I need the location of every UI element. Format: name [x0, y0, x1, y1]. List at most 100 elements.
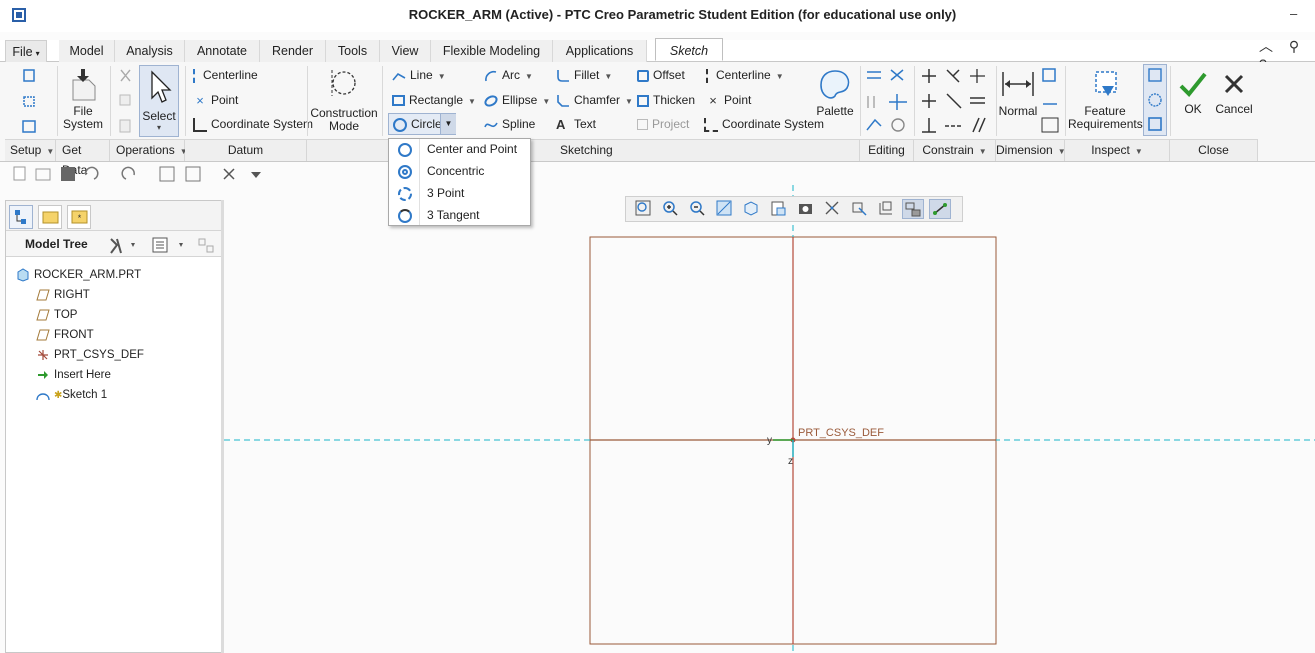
tab-analysis[interactable]: Analysis	[115, 40, 185, 62]
chevron-down-icon: ▼	[468, 97, 476, 106]
thicken-button[interactable]: Thicken	[637, 93, 695, 107]
tree-item-label: FRONT	[54, 329, 94, 342]
chevron-down-icon[interactable]: ▼	[440, 114, 456, 134]
circle-icon	[393, 117, 407, 132]
datum-csys-button[interactable]: Coordinate System	[193, 117, 313, 132]
tree-item-right-plane[interactable]: RIGHT	[36, 288, 90, 302]
ribbon-help-icons[interactable]: ︿ ⚲ ?	[1259, 36, 1315, 72]
chevron-down-icon: ▼	[525, 72, 533, 81]
constrain-icons[interactable]	[917, 66, 993, 136]
thicken-icon	[637, 94, 649, 107]
inspect-toggles[interactable]	[1143, 64, 1167, 136]
menu-item-label: 3 Point	[427, 186, 465, 200]
saved-orientations-icon[interactable]	[767, 199, 789, 219]
graphics-area[interactable]: PRT_CSYS_DEF y z	[224, 185, 1315, 653]
fillet-button[interactable]: Fillet ▼	[556, 68, 612, 83]
construction-mode-button[interactable]: Construction Mode	[310, 66, 378, 133]
cancel-label: Cancel	[1215, 102, 1253, 116]
minimize-button[interactable]: –	[1290, 6, 1297, 21]
tree-item-top-plane[interactable]: TOP	[36, 308, 77, 322]
select-button[interactable]: Select ▾	[139, 65, 179, 137]
tree-item-sketch-1[interactable]: ✱Sketch 1	[36, 388, 107, 402]
ellipse-button[interactable]: Ellipse ▼	[482, 92, 550, 109]
group-dimension[interactable]: Dimension ▼	[996, 139, 1066, 161]
feature-requirements-label: Feature Requirements	[1068, 104, 1143, 131]
group-inspect[interactable]: Inspect ▼	[1065, 139, 1170, 161]
clipboard-icons[interactable]	[116, 68, 136, 138]
folder-browser-tab-icon[interactable]	[38, 205, 62, 229]
menu-item-3-point[interactable]: 3 Point	[389, 183, 530, 205]
tab-view[interactable]: View	[380, 40, 431, 62]
annotation-display-icon[interactable]	[875, 199, 897, 219]
tree-item-front-plane[interactable]: FRONT	[36, 328, 94, 342]
quick-access-toolbar[interactable]	[0, 163, 300, 185]
setup-icons[interactable]	[20, 68, 40, 138]
datum-centerline-button[interactable]: Centerline	[193, 68, 258, 83]
menu-item-center-and-point[interactable]: Center and Point	[389, 139, 530, 161]
feature-requirements-button[interactable]: Feature Requirements	[1068, 68, 1143, 131]
display-style-icon[interactable]	[740, 199, 762, 219]
editing-icons[interactable]	[863, 66, 913, 136]
sketch-icon	[36, 388, 50, 402]
rectangle-button[interactable]: Rectangle ▼	[392, 93, 476, 107]
offset-button[interactable]: Offset	[637, 68, 685, 82]
text-button[interactable]: A Text	[556, 117, 596, 132]
sketch-point-button[interactable]: × Point	[706, 93, 751, 108]
dimension-icons[interactable]	[1040, 66, 1062, 136]
model-tree-tools[interactable]	[107, 235, 222, 255]
model-tree-tab-icon[interactable]	[9, 205, 33, 229]
text-icon: A	[556, 116, 566, 132]
zoom-in-icon[interactable]	[659, 199, 681, 219]
sketch-csys-button[interactable]: Coordinate System	[704, 117, 824, 132]
file-system-button[interactable]: File System	[60, 66, 106, 131]
sketch-canvas[interactable]	[224, 185, 1315, 653]
repaint-icon[interactable]	[713, 199, 735, 219]
spin-center-icon[interactable]	[848, 199, 870, 219]
circle-button[interactable]: Circle ▼	[388, 113, 456, 135]
sketch-centerline-button[interactable]: Centerline ▼	[706, 68, 784, 83]
zoom-out-icon[interactable]	[686, 199, 708, 219]
select-label: Select	[142, 109, 176, 123]
ok-button[interactable]: OK	[1176, 70, 1210, 116]
arc-button[interactable]: Arc ▼	[484, 68, 533, 83]
datum-point-label: Point	[211, 93, 239, 107]
tab-file[interactable]: File ▾	[5, 40, 47, 62]
refit-icon[interactable]	[632, 199, 654, 219]
tab-model[interactable]: Model	[59, 40, 115, 62]
normal-dimension-button[interactable]: Normal	[998, 68, 1038, 118]
view-manager-icon[interactable]	[794, 199, 816, 219]
tab-applications[interactable]: Applications	[553, 40, 647, 62]
group-operations[interactable]: Operations ▼	[110, 139, 188, 161]
datum-display-filter-icon[interactable]	[902, 199, 924, 219]
palette-icon	[820, 70, 850, 99]
circle-label: Circle	[411, 117, 442, 131]
tab-annotate[interactable]: Annotate	[185, 40, 260, 62]
chamfer-button[interactable]: Chamfer ▼	[556, 93, 633, 108]
perspective-icon[interactable]	[821, 199, 843, 219]
construction-circle-icon	[331, 70, 356, 96]
favorites-tab-icon[interactable]: *	[67, 205, 91, 229]
tree-item-part[interactable]: ROCKER_ARM.PRT	[16, 268, 141, 282]
tab-render[interactable]: Render	[260, 40, 326, 62]
three-tangent-circle-icon	[398, 209, 412, 223]
tree-item-csys[interactable]: PRT_CSYS_DEF	[36, 348, 144, 362]
datum-point-button[interactable]: × Point	[193, 93, 238, 108]
coordinate-system-icon	[193, 117, 207, 132]
group-constrain[interactable]: Constrain ▼	[914, 139, 996, 161]
rectangle-label: Rectangle	[409, 93, 464, 107]
ribbon: File System Select ▾ Centerline × Point C…	[0, 62, 1315, 177]
menu-item-3-tangent[interactable]: 3 Tangent	[389, 205, 530, 227]
chevron-down-icon: ▼	[604, 72, 613, 81]
tab-sketch[interactable]: Sketch	[655, 38, 723, 61]
palette-button[interactable]: Palette	[812, 68, 858, 118]
spline-button[interactable]: Spline	[484, 117, 535, 132]
line-button[interactable]: Line ▼	[392, 68, 446, 83]
tab-tools[interactable]: Tools	[326, 40, 380, 62]
group-setup[interactable]: Setup ▼	[5, 139, 56, 161]
inspect-toggle-icons	[1148, 68, 1162, 131]
sketcher-display-filter-icon[interactable]	[929, 199, 951, 219]
cancel-button[interactable]: Cancel	[1214, 70, 1254, 116]
menu-item-concentric[interactable]: Concentric	[389, 161, 530, 183]
tree-item-insert-here[interactable]: Insert Here	[36, 368, 111, 382]
tab-flexible-modeling[interactable]: Flexible Modeling	[431, 40, 553, 62]
